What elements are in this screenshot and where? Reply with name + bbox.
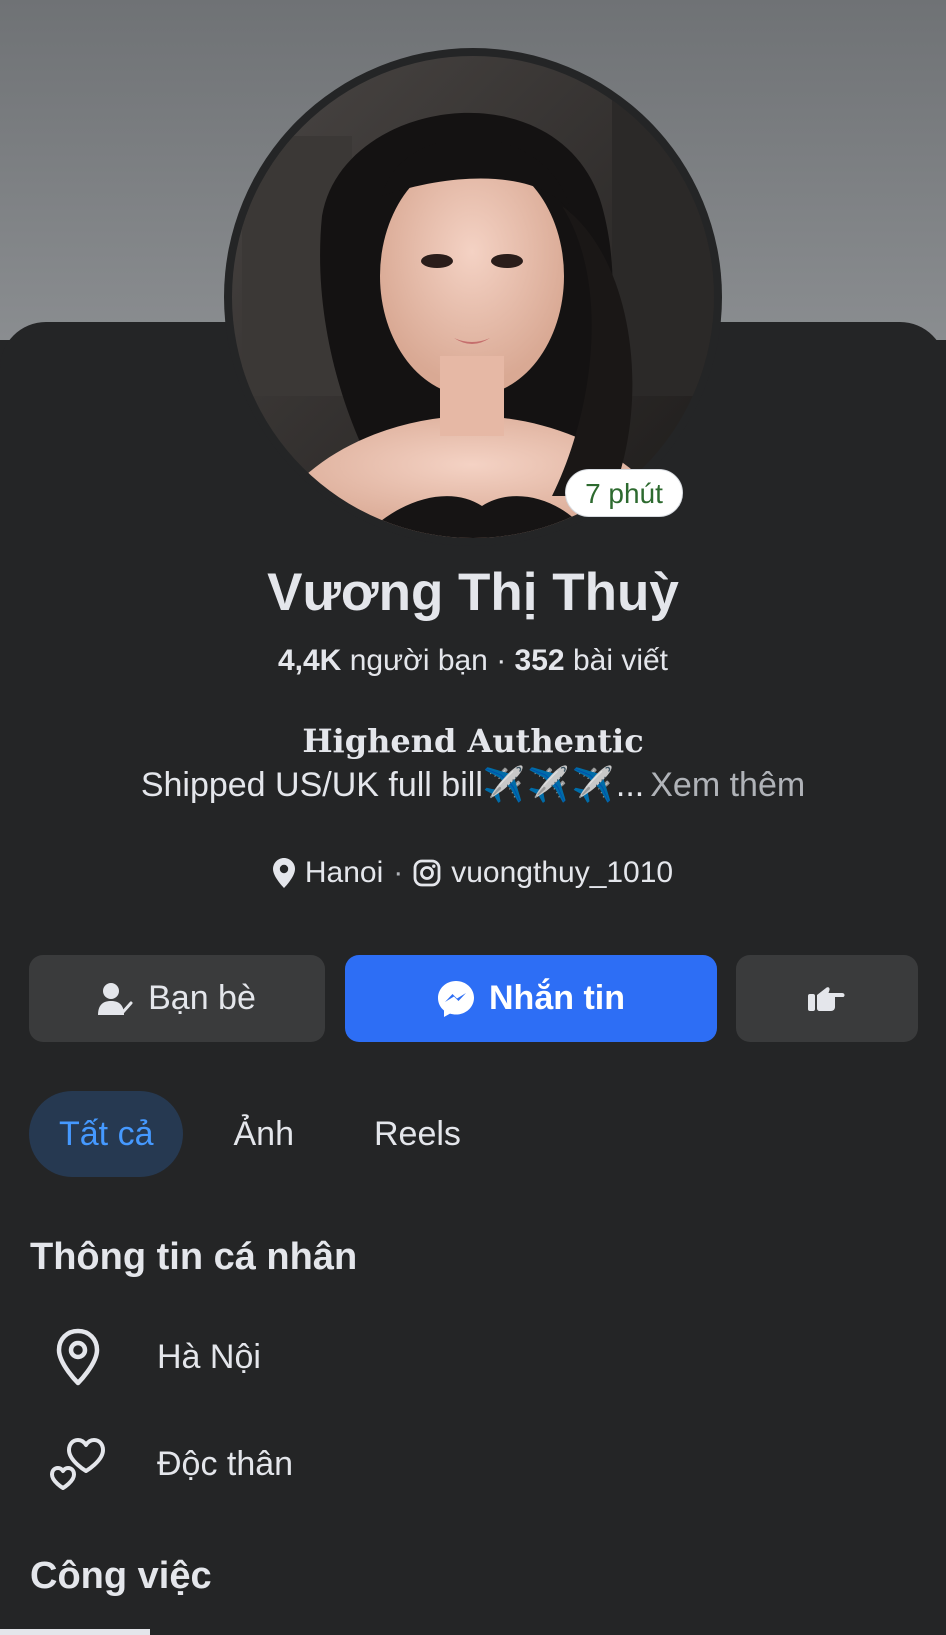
bio-text: Shipped US/UK full bill✈️✈️✈️... Xem thêm	[0, 765, 946, 805]
friends-label[interactable]: người bạn	[350, 644, 488, 677]
tab-reels[interactable]: Reels	[344, 1091, 491, 1177]
location-pin-icon	[272, 858, 295, 888]
message-button[interactable]: Nhắn tin	[345, 955, 717, 1042]
see-more-link[interactable]: Xem thêm	[650, 766, 805, 804]
scroll-indicator	[0, 1629, 150, 1635]
work-title: Công việc	[30, 1555, 212, 1597]
airplane-emoji: ✈️✈️✈️	[482, 766, 616, 804]
friends-count[interactable]: 4,4K	[278, 644, 341, 677]
pointing-hand-icon	[808, 986, 845, 1011]
friends-button-label: Bạn bè	[148, 979, 256, 1017]
bio-ellipsis: ...	[615, 766, 645, 804]
poke-button[interactable]	[736, 955, 918, 1042]
active-status-badge: 7 phút	[565, 469, 683, 517]
profile-meta: Hanoi · vuongthuy_1010	[0, 856, 946, 890]
friend-check-icon	[98, 982, 133, 1015]
profile-stats: 4,4K người bạn · 352 bài viết	[0, 644, 946, 678]
meta-separator: ·	[393, 856, 404, 889]
tab-photos[interactable]: Ảnh	[203, 1091, 324, 1177]
instagram-handle[interactable]: vuongthuy_1010	[451, 856, 673, 890]
location-pin-icon	[46, 1325, 110, 1389]
posts-count: 352	[514, 644, 565, 677]
friends-button[interactable]: Bạn bè	[29, 955, 325, 1042]
bio-title: Highend Authentic	[302, 722, 644, 760]
hearts-icon	[46, 1432, 110, 1496]
message-button-label: Nhắn tin	[489, 979, 625, 1017]
posts-label: bài viết	[572, 644, 669, 677]
avatar[interactable]	[232, 56, 714, 538]
stats-separator: ·	[496, 644, 515, 677]
location-text: Hanoi	[304, 856, 384, 889]
bio-text-main: Shipped US/UK full bill	[140, 766, 483, 804]
info-relationship-label: Độc thân	[157, 1444, 294, 1483]
messenger-icon	[438, 980, 474, 1017]
info-row-relationship: Độc thân	[46, 1432, 293, 1496]
info-location-label: Hà Nội	[157, 1337, 261, 1376]
tab-all[interactable]: Tất cả	[29, 1091, 184, 1177]
profile-tabs: Tất cả Ảnh Reels	[29, 1091, 511, 1177]
info-row-location: Hà Nội	[46, 1325, 261, 1389]
instagram-icon	[413, 859, 441, 887]
profile-name: Vương Thị Thuỳ	[267, 563, 679, 622]
personal-info-title: Thông tin cá nhân	[30, 1236, 358, 1278]
